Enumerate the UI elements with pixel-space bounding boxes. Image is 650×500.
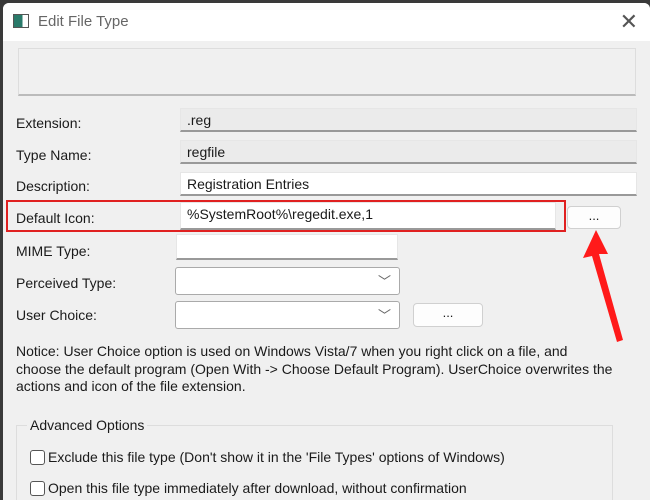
red-arrow-annotation — [583, 230, 623, 342]
arrow-icon — [583, 230, 623, 342]
